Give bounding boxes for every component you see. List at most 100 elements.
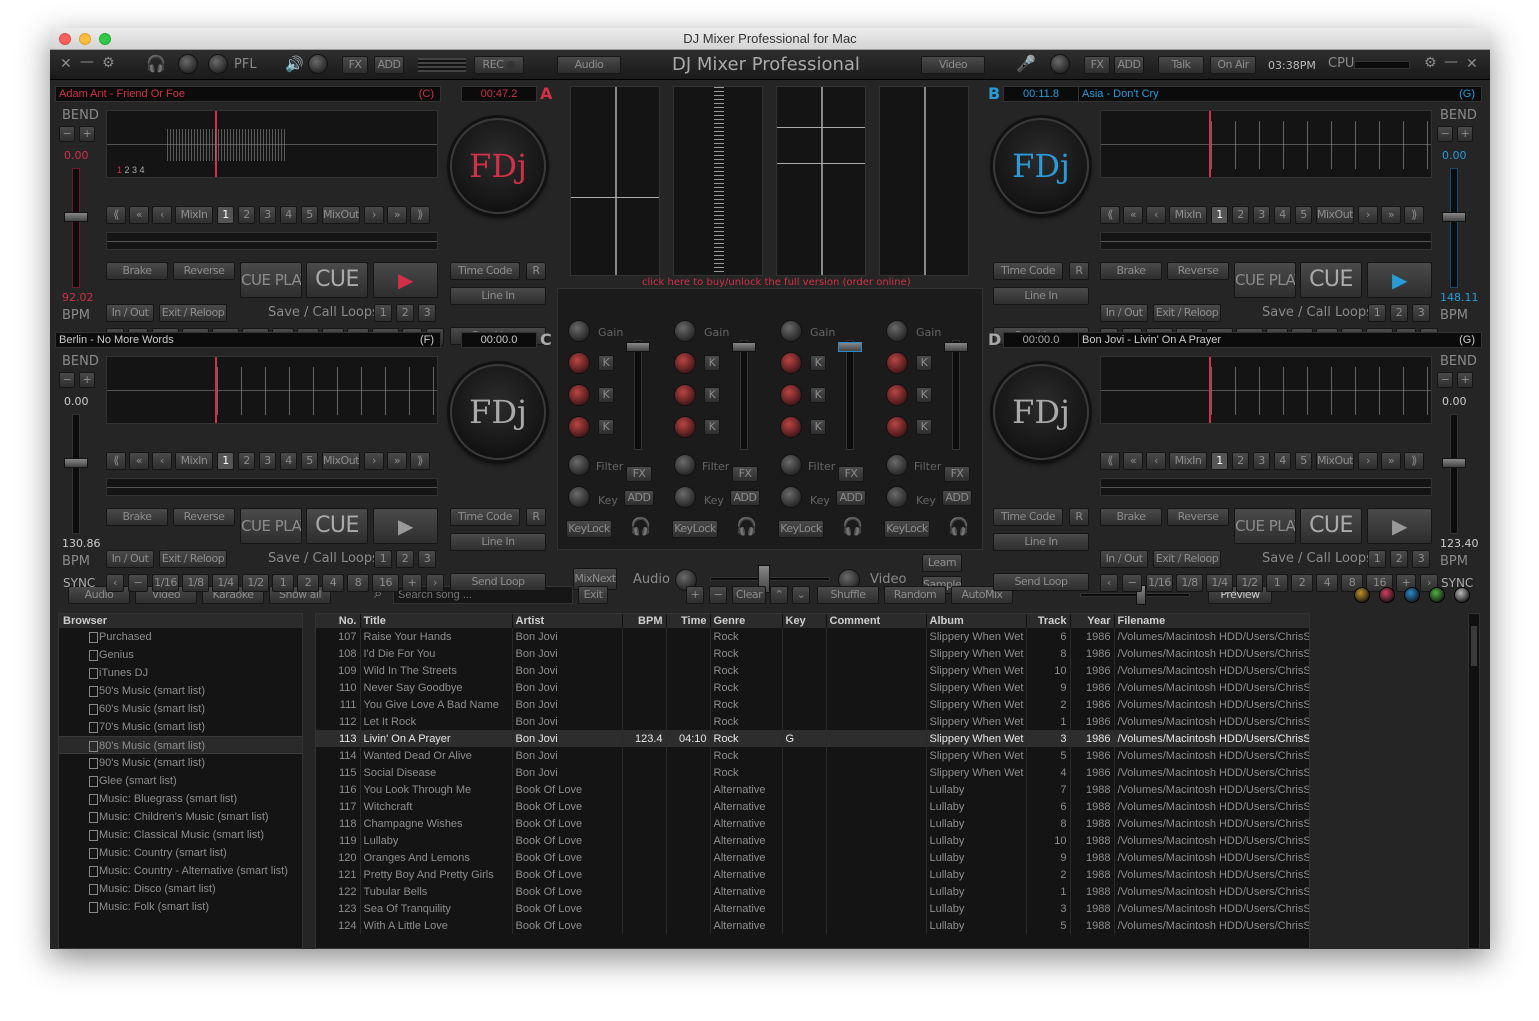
mixer-a-add-button[interactable]: ADD: [624, 490, 654, 506]
browser-item[interactable]: Purchased: [59, 628, 302, 646]
deck-a-bend-plus[interactable]: +: [79, 126, 95, 142]
browser-item[interactable]: iTunes DJ: [59, 664, 302, 682]
mixer-d-add-button[interactable]: ADD: [942, 490, 972, 506]
master-volume-knob[interactable]: [308, 54, 328, 74]
deck-a-loop-slot-3[interactable]: 3: [418, 304, 436, 322]
unlock-link[interactable]: click here to buy/unlock the full versio…: [642, 277, 911, 288]
mixer-a-volume-fader[interactable]: [626, 342, 650, 352]
mixer-a-fx-button[interactable]: FX: [626, 466, 652, 482]
deck-a-loop-slot-1[interactable]: 1: [374, 304, 392, 322]
deck-a-platter[interactable]: FDj: [450, 118, 546, 214]
mixer-a-eq-knob-2[interactable]: [568, 416, 590, 438]
deck-c-waveform[interactable]: [106, 356, 438, 424]
mixer-b-filter-knob[interactable]: [674, 454, 696, 476]
pfl-knob-1[interactable]: [178, 54, 198, 74]
deck-b-cue-play-button[interactable]: CUE PLAY: [1234, 262, 1296, 298]
deck-d-send-loop-button[interactable]: Send Loop: [993, 573, 1089, 591]
mixer-a-headphones-icon[interactable]: 🎧: [630, 517, 651, 537]
deck-d-navr-0[interactable]: ›: [1358, 452, 1378, 470]
mixer-d-kill-1[interactable]: K: [916, 387, 932, 403]
mixer-a-key-knob[interactable]: [568, 486, 590, 508]
deck-c-loop-next[interactable]: ›: [426, 574, 444, 592]
deck-b-hotcue-2[interactable]: 2: [1232, 206, 1249, 224]
deck-b-exit-reloop-button[interactable]: Exit / Reloop: [1153, 304, 1221, 322]
deck-c-timecode-record[interactable]: R: [526, 508, 546, 526]
deck-d-in-out-button[interactable]: In / Out: [1100, 550, 1148, 568]
deck-b-in-out-button[interactable]: In / Out: [1100, 304, 1148, 322]
mixer-a-gain-knob[interactable]: [568, 320, 590, 342]
track-list-scrollbar[interactable]: [1468, 613, 1480, 949]
mixer-b-headphones-icon[interactable]: 🎧: [736, 517, 757, 537]
deck-b-reverse-button[interactable]: Reverse: [1167, 262, 1229, 280]
deck-c-reverse-button[interactable]: Reverse: [173, 508, 235, 526]
deck-c-loop-1-8[interactable]: 1/8: [182, 574, 209, 592]
table-row[interactable]: 108 I'd Die For You Bon Jovi Rock Slippery W…: [316, 645, 1309, 662]
deck-d-cue-play-button[interactable]: CUE PLAY: [1234, 508, 1296, 544]
browser-item[interactable]: 90's Music (smart list): [59, 754, 302, 772]
deck-a-waveform[interactable]: 1 2 3 4: [106, 110, 438, 178]
mixer-c-eq-knob-1[interactable]: [780, 384, 802, 406]
mixer-b-kill-0[interactable]: K: [704, 355, 720, 371]
deck-c-brake-button[interactable]: Brake: [106, 508, 168, 526]
table-row[interactable]: 111 You Give Love A Bad Name Bon Jovi Rock S…: [316, 696, 1309, 713]
deck-c-loop-1[interactable]: 1: [272, 574, 294, 592]
browser-item[interactable]: Music: Disco (smart list): [59, 880, 302, 898]
deck-d-timecode-record[interactable]: R: [1069, 508, 1089, 526]
deck-d-loop-minus[interactable]: −: [1122, 574, 1142, 592]
video-mode-button[interactable]: Video: [921, 56, 985, 74]
deck-d-line-in-button[interactable]: Line In: [993, 533, 1089, 551]
deck-b-timecode-button[interactable]: Time Code: [993, 262, 1063, 280]
deck-b-hotcue-4[interactable]: 4: [1274, 206, 1291, 224]
deck-a-pitch-fader[interactable]: [64, 212, 88, 222]
deck-c-loop-prev[interactable]: ‹: [106, 574, 124, 592]
mixer-c-filter-knob[interactable]: [780, 454, 802, 476]
deck-d-pitch-fader[interactable]: [1442, 458, 1466, 468]
deck-c-cue-button[interactable]: CUE: [306, 508, 368, 544]
deck-b-nav-1[interactable]: «: [1123, 206, 1143, 224]
browser-item[interactable]: Music: Classical Music (smart list): [59, 826, 302, 844]
deck-a-navr-1[interactable]: »: [387, 206, 407, 224]
browser-item[interactable]: 80's Music (smart list): [59, 736, 302, 754]
column-header-track[interactable]: Track: [1026, 614, 1071, 628]
deck-d-nav-2[interactable]: ‹: [1146, 452, 1166, 470]
deck-d-nav-1[interactable]: «: [1123, 452, 1143, 470]
remove-button[interactable]: −: [709, 586, 727, 604]
minimize-icon-right[interactable]: —: [1444, 54, 1458, 70]
deck-c-bend-plus[interactable]: +: [79, 372, 95, 388]
mixer-c-add-button[interactable]: ADD: [836, 490, 866, 506]
mixer-c-eq-knob-2[interactable]: [780, 416, 802, 438]
deck-a-nav-1[interactable]: «: [129, 206, 149, 224]
mixer-d-key-knob[interactable]: [886, 486, 908, 508]
mixer-a-filter-knob[interactable]: [568, 454, 590, 476]
deck-b-mixin-button[interactable]: MixIn: [1169, 206, 1207, 224]
deck-a-hotcue-2[interactable]: 2: [238, 206, 255, 224]
mixer-d-eq-knob-2[interactable]: [886, 416, 908, 438]
move-down-button[interactable]: ⌄: [792, 586, 810, 604]
deck-c-hotcue-4[interactable]: 4: [280, 452, 297, 470]
master-add-button[interactable]: ADD: [374, 56, 404, 74]
column-header-year[interactable]: Year: [1070, 614, 1115, 628]
mixer-b-gain-knob[interactable]: [674, 320, 696, 342]
deck-b-hotcue-3[interactable]: 3: [1253, 206, 1270, 224]
deck-a-mixin-button[interactable]: MixIn: [175, 206, 213, 224]
deck-c-hotcue-3[interactable]: 3: [259, 452, 276, 470]
mixer-a-eq-knob-0[interactable]: [568, 352, 590, 374]
deck-d-hotcue-1[interactable]: 1: [1211, 452, 1228, 470]
close-icon-right[interactable]: ✕: [1466, 56, 1478, 72]
column-header-time[interactable]: Time: [666, 614, 711, 628]
deck-c-mixin-button[interactable]: MixIn: [175, 452, 213, 470]
move-up-button[interactable]: ⌃: [770, 586, 788, 604]
deck-d-mixin-button[interactable]: MixIn: [1169, 452, 1207, 470]
on-air-button[interactable]: On Air: [1210, 56, 1256, 74]
deck-b-navr-1[interactable]: »: [1381, 206, 1401, 224]
deck-d-bend-minus[interactable]: −: [1437, 372, 1453, 388]
deck-c-loop-1-4[interactable]: 1/4: [212, 574, 239, 592]
mixer-c-keylock-button[interactable]: KeyLock: [778, 520, 824, 538]
deck-d-loop-1-16[interactable]: 1/16: [1146, 574, 1173, 592]
browser-item[interactable]: 70's Music (smart list): [59, 718, 302, 736]
deck-c-line-in-button[interactable]: Line In: [450, 533, 546, 551]
table-row[interactable]: 119 Lullaby Book Of Love Alternative Lullaby…: [316, 832, 1309, 849]
deck-c-navr-1[interactable]: »: [387, 452, 407, 470]
mixer-d-eq-knob-1[interactable]: [886, 384, 908, 406]
deck-c-nav-1[interactable]: «: [129, 452, 149, 470]
